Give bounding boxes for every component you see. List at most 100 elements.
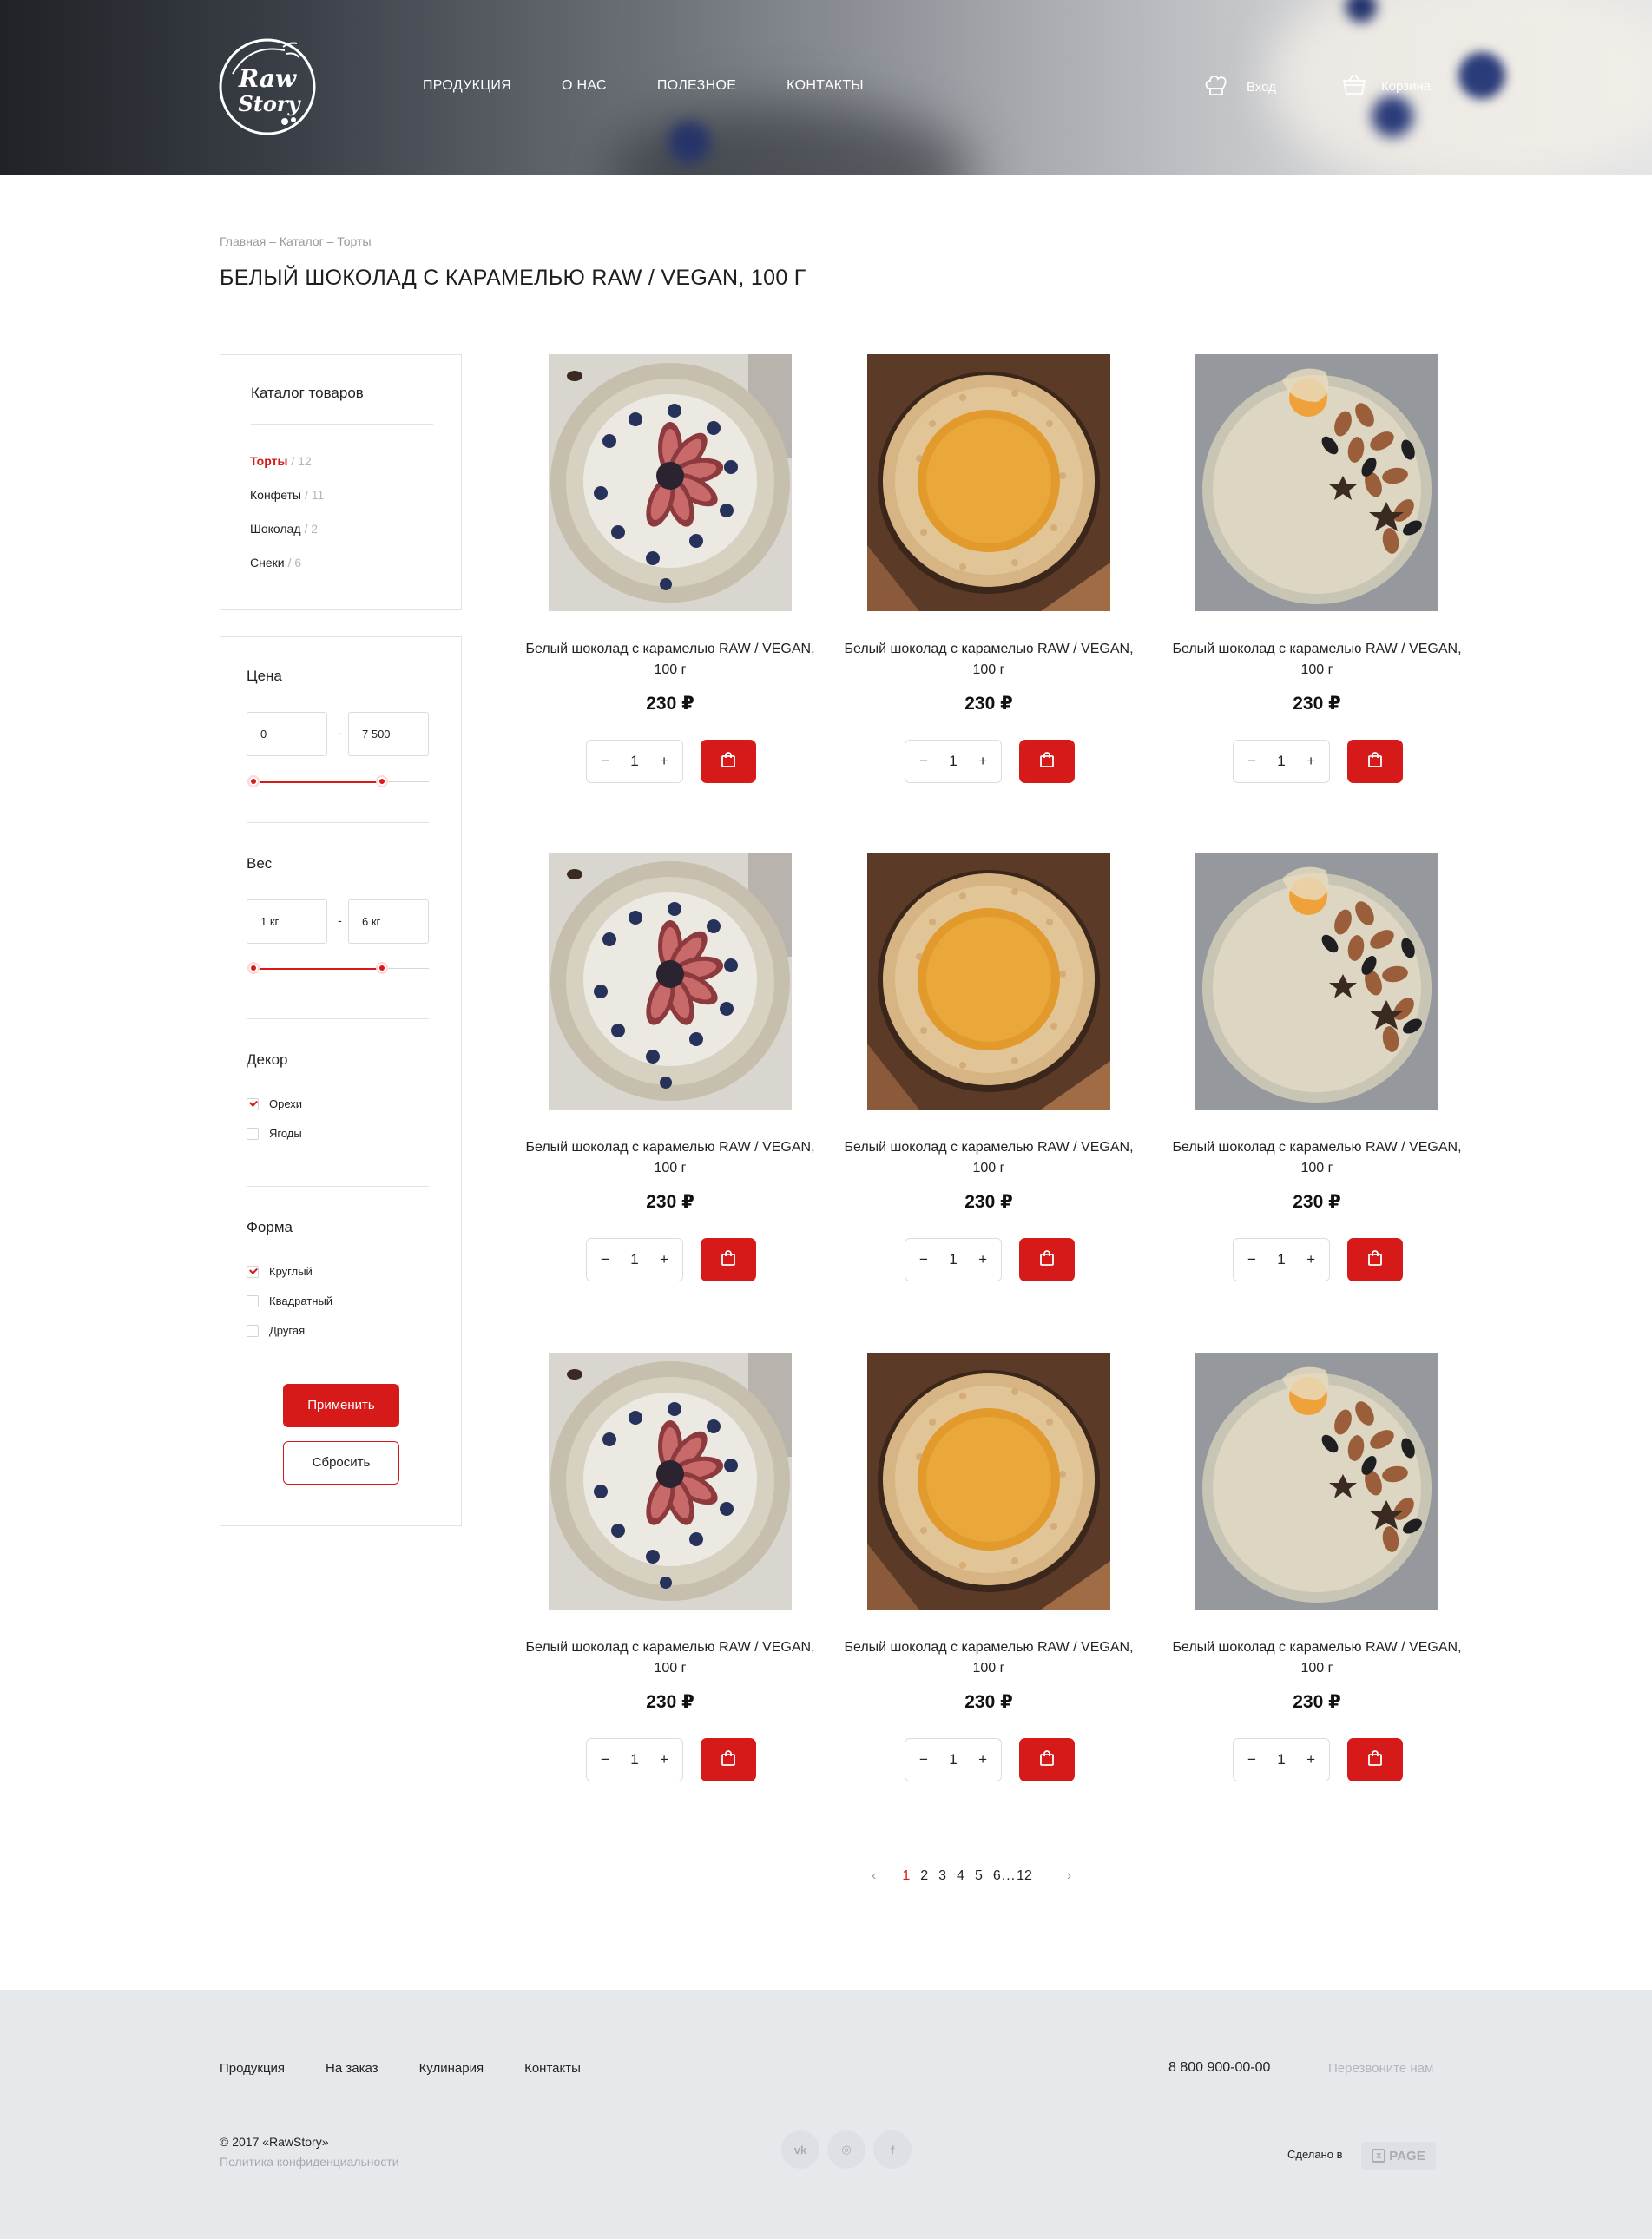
weight-to-input[interactable]: 6 кг	[348, 899, 429, 944]
nav-products[interactable]: ПРОДУКЦИЯ	[423, 78, 511, 94]
plus-icon[interactable]: +	[978, 1251, 987, 1268]
catalog-item-cakes[interactable]: Торты/ 12	[250, 454, 312, 468]
add-to-cart-button[interactable]	[1347, 1738, 1403, 1781]
footer-link-order[interactable]: На заказ	[326, 2061, 378, 2076]
shape-option-other[interactable]: Другая	[247, 1324, 305, 1337]
product-name[interactable]: Белый шоколад с карамелью RAW / VEGAN, 1…	[1169, 1137, 1464, 1179]
price-to-input[interactable]: 7 500	[348, 712, 429, 756]
product-name[interactable]: Белый шоколад с карамелью RAW / VEGAN, 1…	[523, 1637, 818, 1679]
quantity-value[interactable]: 1	[949, 1751, 957, 1768]
plus-icon[interactable]: +	[660, 1251, 668, 1268]
decor-option-nuts[interactable]: Орехи	[247, 1097, 302, 1110]
product-image[interactable]	[549, 853, 792, 1110]
page-2[interactable]: 2	[920, 1868, 928, 1884]
nav-useful[interactable]: ПОЛЕЗНОЕ	[657, 78, 736, 94]
reset-filters-button[interactable]: Сбросить	[283, 1441, 399, 1485]
xpage-logo[interactable]: x PAGE	[1361, 2142, 1436, 2170]
minus-icon[interactable]: −	[919, 1251, 928, 1268]
product-card[interactable]: Белый шоколад с карамелью RAW / VEGAN, 1…	[1172, 1353, 1462, 1787]
product-image[interactable]	[549, 1353, 792, 1610]
product-card[interactable]: Белый шоколад с карамелью RAW / VEGAN, 1…	[525, 853, 815, 1287]
minus-icon[interactable]: −	[919, 753, 928, 770]
footer-link-contacts[interactable]: Контакты	[524, 2061, 581, 2076]
weight-from-input[interactable]: 1 кг	[247, 899, 327, 944]
product-name[interactable]: Белый шоколад с карамелью RAW / VEGAN, 1…	[1169, 639, 1464, 681]
quantity-value[interactable]: 1	[630, 753, 638, 770]
add-to-cart-button[interactable]	[701, 1238, 756, 1281]
plus-icon[interactable]: +	[1306, 1751, 1315, 1768]
quantity-value[interactable]: 1	[1277, 1251, 1285, 1268]
price-from-input[interactable]: 0	[247, 712, 327, 756]
page-1[interactable]: 1	[902, 1868, 910, 1884]
weight-slider-max-handle[interactable]	[376, 962, 388, 974]
add-to-cart-button[interactable]	[1019, 1238, 1075, 1281]
product-card[interactable]: Белый шоколад с карамелью RAW / VEGAN, 1…	[525, 1353, 815, 1787]
minus-icon[interactable]: −	[601, 1751, 609, 1768]
minus-icon[interactable]: −	[1247, 1251, 1256, 1268]
footer-link-culinary[interactable]: Кулинария	[419, 2061, 484, 2076]
quantity-value[interactable]: 1	[630, 1251, 638, 1268]
page-4[interactable]: 4	[957, 1868, 964, 1884]
vk-icon[interactable]: vk	[781, 2130, 819, 2169]
checkbox[interactable]	[247, 1294, 259, 1307]
shape-option-round[interactable]: Круглый	[247, 1265, 313, 1278]
quantity-value[interactable]: 1	[1277, 1751, 1285, 1768]
product-card[interactable]: Белый шоколад с карамелью RAW / VEGAN, 1…	[844, 1353, 1134, 1787]
add-to-cart-button[interactable]	[1347, 1238, 1403, 1281]
next-page-button[interactable]: ›	[1067, 1868, 1071, 1884]
nav-contacts[interactable]: КОНТАКТЫ	[787, 78, 864, 94]
plus-icon[interactable]: +	[1306, 753, 1315, 770]
cart-link[interactable]: Корзина	[1341, 73, 1431, 99]
weight-slider-min-handle[interactable]	[247, 962, 260, 974]
price-slider-max-handle[interactable]	[376, 775, 388, 787]
add-to-cart-button[interactable]	[1019, 1738, 1075, 1781]
product-image[interactable]	[1195, 354, 1438, 611]
add-to-cart-button[interactable]	[701, 740, 756, 783]
plus-icon[interactable]: +	[978, 1751, 987, 1768]
product-card[interactable]: Белый шоколад с карамелью RAW / VEGAN, 1…	[844, 354, 1134, 788]
product-image[interactable]	[867, 1353, 1110, 1610]
instagram-icon[interactable]: ◎	[827, 2130, 865, 2169]
minus-icon[interactable]: −	[919, 1751, 928, 1768]
price-slider-min-handle[interactable]	[247, 775, 260, 787]
checkbox[interactable]	[247, 1265, 259, 1278]
nav-about[interactable]: О НАС	[562, 78, 607, 94]
product-image[interactable]	[867, 853, 1110, 1110]
catalog-item-chocolate[interactable]: Шоколад/ 2	[250, 522, 318, 536]
minus-icon[interactable]: −	[1247, 753, 1256, 770]
page-last[interactable]: 12	[1017, 1868, 1032, 1884]
product-name[interactable]: Белый шоколад с карамелью RAW / VEGAN, 1…	[523, 639, 818, 681]
callback-link[interactable]: Перезвоните нам	[1328, 2061, 1433, 2076]
product-card[interactable]: Белый шоколад с карамелью RAW / VEGAN, 1…	[1172, 354, 1462, 788]
privacy-policy-link[interactable]: Политика конфиденциальности	[220, 2155, 399, 2169]
minus-icon[interactable]: −	[601, 753, 609, 770]
quantity-value[interactable]: 1	[1277, 753, 1285, 770]
product-image[interactable]	[1195, 853, 1438, 1110]
quantity-value[interactable]: 1	[630, 1751, 638, 1768]
plus-icon[interactable]: +	[978, 753, 987, 770]
product-name[interactable]: Белый шоколад с карамелью RAW / VEGAN, 1…	[841, 639, 1136, 681]
product-name[interactable]: Белый шоколад с карамелью RAW / VEGAN, 1…	[1169, 1637, 1464, 1679]
page-3[interactable]: 3	[938, 1868, 946, 1884]
product-card[interactable]: Белый шоколад с карамелью RAW / VEGAN, 1…	[1172, 853, 1462, 1287]
site-logo[interactable]: Raw Story	[215, 35, 319, 139]
checkbox[interactable]	[247, 1127, 259, 1140]
prev-page-button[interactable]: ‹	[872, 1868, 876, 1884]
page-6[interactable]: 6	[993, 1868, 1001, 1884]
checkbox[interactable]	[247, 1324, 259, 1337]
footer-phone[interactable]: 8 800 900-00-00	[1168, 2060, 1270, 2076]
quantity-value[interactable]: 1	[949, 753, 957, 770]
plus-icon[interactable]: +	[1306, 1251, 1315, 1268]
minus-icon[interactable]: −	[601, 1251, 609, 1268]
catalog-item-snacks[interactable]: Снеки/ 6	[250, 556, 301, 570]
shape-option-square[interactable]: Квадратный	[247, 1294, 332, 1307]
product-name[interactable]: Белый шоколад с карамелью RAW / VEGAN, 1…	[841, 1137, 1136, 1179]
catalog-item-candies[interactable]: Конфеты/ 11	[250, 488, 324, 502]
checkbox[interactable]	[247, 1097, 259, 1110]
add-to-cart-button[interactable]	[1347, 740, 1403, 783]
apply-filters-button[interactable]: Применить	[283, 1384, 399, 1427]
add-to-cart-button[interactable]	[701, 1738, 756, 1781]
decor-option-berries[interactable]: Ягоды	[247, 1127, 302, 1140]
product-name[interactable]: Белый шоколад с карамелью RAW / VEGAN, 1…	[841, 1637, 1136, 1679]
product-name[interactable]: Белый шоколад с карамелью RAW / VEGAN, 1…	[523, 1137, 818, 1179]
